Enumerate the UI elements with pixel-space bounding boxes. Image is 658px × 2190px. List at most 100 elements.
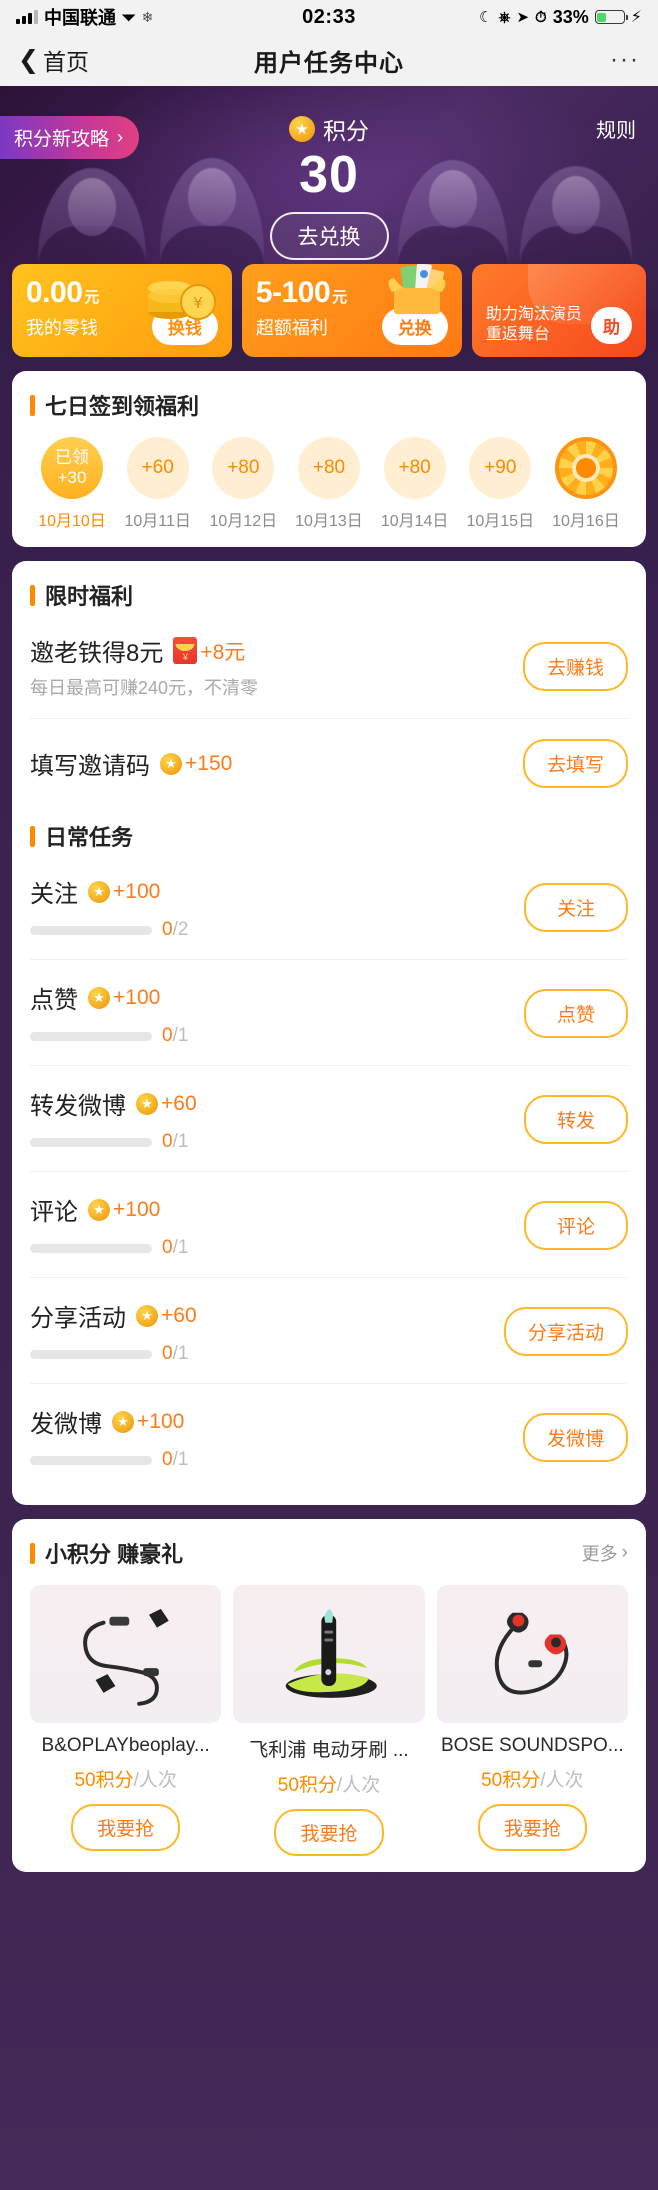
signin-days-row: 已领 +30 10月10日 +60 10月11日 +80 10月12日 +80 …: [30, 437, 628, 531]
show-label-line2: 重返舞台: [485, 326, 550, 343]
signin-day[interactable]: 已领 +30 10月10日: [30, 437, 114, 531]
signin-day-date: 10月14日: [380, 513, 449, 530]
signin-day-date: 10月12日: [209, 513, 278, 530]
tasks-card: 限时福利 邀老铁得8元 +8元 每日最高可赚240元，不清零 去赚钱: [12, 561, 646, 1505]
signin-day-date: 10月11日: [124, 513, 191, 530]
progress-count: 0/1: [162, 1237, 189, 1258]
limited-task-list: 邀老铁得8元 +8元 每日最高可赚240元，不清零 去赚钱 填写邀请码: [30, 613, 628, 806]
rules-link[interactable]: 规则: [596, 114, 636, 143]
signin-day[interactable]: +80 10月12日: [201, 437, 285, 531]
signin-day[interactable]: +80 10月14日: [373, 437, 457, 531]
signal-bars-icon: [16, 10, 38, 24]
gift-item-price: 50积分/人次: [481, 1765, 583, 1792]
coin-star-icon: ★: [88, 986, 110, 1009]
task-action-button[interactable]: 评论: [524, 1201, 628, 1250]
signin-day[interactable]: +80 10月13日: [287, 437, 371, 531]
task-action-button[interactable]: 发微博: [522, 1413, 628, 1462]
task-row[interactable]: 转发微博 ★ +60 0/1 转发: [30, 1066, 628, 1172]
task-reward: ★ +150: [160, 752, 232, 776]
gift-item-price-unit: /人次: [540, 1770, 584, 1791]
progress-total: 1: [177, 1449, 189, 1470]
gift-claim-button[interactable]: 我要抢: [477, 1804, 587, 1851]
task-title: 评论: [30, 1199, 78, 1226]
progress-count: 0/1: [162, 1343, 189, 1364]
bonus-label: 超额福利: [255, 317, 328, 338]
task-action-button[interactable]: 转发: [524, 1095, 628, 1144]
status-bar: 中国联通 ⏷ ❄ 02:33 ☾ ⎈ ➤ ⏱ 33% ⚡: [0, 0, 658, 34]
gift-item-price-unit: /人次: [133, 1770, 177, 1791]
task-reward: ★ +100: [88, 986, 160, 1010]
gift-item[interactable]: BOSE SOUNDSPO... 50积分/人次 我要抢: [436, 1585, 628, 1856]
gift-item-price: 50积分/人次: [278, 1770, 380, 1797]
location-icon: ➤: [516, 9, 530, 26]
bonus-exchange-button[interactable]: 兑换: [381, 308, 448, 345]
task-row[interactable]: 评论 ★ +100 0/1 评论: [30, 1172, 628, 1278]
points-value: 30: [299, 146, 359, 204]
show-label: 助力淘汰演员 重返舞台: [486, 305, 582, 345]
task-action-button[interactable]: 去填写: [522, 739, 628, 788]
coin-star-icon: ★: [136, 1304, 158, 1327]
points-strategy-button[interactable]: 积分新攻略 ›: [0, 116, 140, 159]
show-help-button[interactable]: 助: [591, 306, 632, 344]
task-info: 关注 ★ +100 0/2: [30, 874, 512, 941]
task-row[interactable]: 邀老铁得8元 +8元 每日最高可赚240元，不清零 去赚钱: [30, 613, 628, 719]
signin-day-wheel[interactable]: 10月16日: [544, 437, 628, 531]
gift-item[interactable]: 飞利浦 电动牙刷 ... 50积分/人次 我要抢: [233, 1585, 425, 1856]
task-action-button[interactable]: 点赞: [524, 989, 628, 1038]
signin-day[interactable]: +60 10月11日: [116, 437, 200, 531]
progress-total: 2: [177, 919, 189, 940]
gift-item[interactable]: B&OPLAYbeoplay... 50积分/人次 我要抢: [30, 1585, 222, 1856]
battery-percent-label: 33%: [552, 6, 589, 27]
task-action-button[interactable]: 关注: [524, 883, 628, 932]
task-reward: ★ +100: [112, 1410, 184, 1434]
task-progress: 0/1: [30, 1237, 512, 1259]
task-action-button[interactable]: 去赚钱: [522, 642, 628, 691]
promo-card-wallet[interactable]: ¥ 0.00 元 我的零钱 换钱: [12, 264, 232, 357]
progress-current: 0: [162, 1131, 173, 1152]
task-row[interactable]: 分享活动 ★ +60 0/1 分享活动: [30, 1278, 628, 1384]
progress-count: 0/2: [162, 919, 189, 940]
coin-star-icon: ★: [289, 116, 315, 142]
app-screen: 中国联通 ⏷ ❄ 02:33 ☾ ⎈ ➤ ⏱ 33% ⚡ ❮ 首页 用户任务中心…: [0, 0, 658, 2190]
gift-claim-button[interactable]: 我要抢: [71, 1804, 181, 1851]
limited-section-header: 限时福利: [30, 579, 628, 611]
task-progress: 0/2: [30, 919, 512, 941]
progress-current: 0: [162, 919, 173, 940]
bluetooth-earphone-icon: [30, 1585, 222, 1723]
task-info: 邀老铁得8元 +8元 每日最高可赚240元，不清零: [30, 633, 511, 700]
task-row[interactable]: 关注 ★ +100 0/2 关注: [30, 854, 628, 960]
task-reward-value: +60: [161, 1303, 197, 1327]
gift-item-name: BOSE SOUNDSPO...: [440, 1735, 624, 1756]
task-title: 转发微博: [30, 1093, 126, 1120]
redeem-button[interactable]: 去兑换: [269, 211, 389, 260]
bonus-amount-unit: 元: [332, 289, 347, 306]
gifts-more-link[interactable]: 更多 ›: [582, 1540, 628, 1566]
task-reward-value: +150: [185, 751, 233, 775]
task-row[interactable]: 点赞 ★ +100 0/1 点赞: [30, 960, 628, 1066]
coin-star-icon: ★: [160, 752, 182, 775]
more-options-button[interactable]: ···: [610, 47, 640, 72]
back-button[interactable]: ❮ 首页: [18, 43, 89, 77]
signin-day-reward: +60: [141, 457, 174, 479]
task-action-button[interactable]: 分享活动: [503, 1307, 628, 1356]
promo-card-show[interactable]: 助力淘汰演员 重返舞台 助: [471, 264, 646, 357]
signin-day-date: 10月16日: [552, 513, 620, 530]
progress-total: 1: [177, 1237, 189, 1258]
status-bar-clock: 02:33: [302, 5, 356, 28]
task-row[interactable]: 填写邀请码 ★ +150 去填写: [30, 719, 628, 806]
gift-item-price-value: 50积分: [481, 1770, 541, 1791]
task-progress: 0/1: [30, 1449, 511, 1471]
wallet-exchange-button[interactable]: 换钱: [151, 308, 218, 345]
progress-current: 0: [162, 1449, 173, 1470]
carrier-label: 中国联通: [44, 8, 116, 28]
points-strategy-label: 积分新攻略: [14, 129, 110, 150]
show-card-footer: 助力淘汰演员 重返舞台 助: [486, 305, 632, 345]
promo-card-bonus[interactable]: 5-100 元 超额福利 兑换: [241, 264, 462, 357]
red-packet-icon: [173, 637, 198, 664]
task-title-line: 发微博 ★ +100: [30, 1404, 511, 1439]
alarm-icon: ⏱: [535, 8, 547, 26]
signin-day[interactable]: +90 10月15日: [458, 437, 542, 531]
signin-card-header: 七日签到领福利: [30, 389, 628, 421]
task-row[interactable]: 发微博 ★ +100 0/1 发微博: [30, 1384, 628, 1489]
gift-claim-button[interactable]: 我要抢: [274, 1809, 384, 1856]
